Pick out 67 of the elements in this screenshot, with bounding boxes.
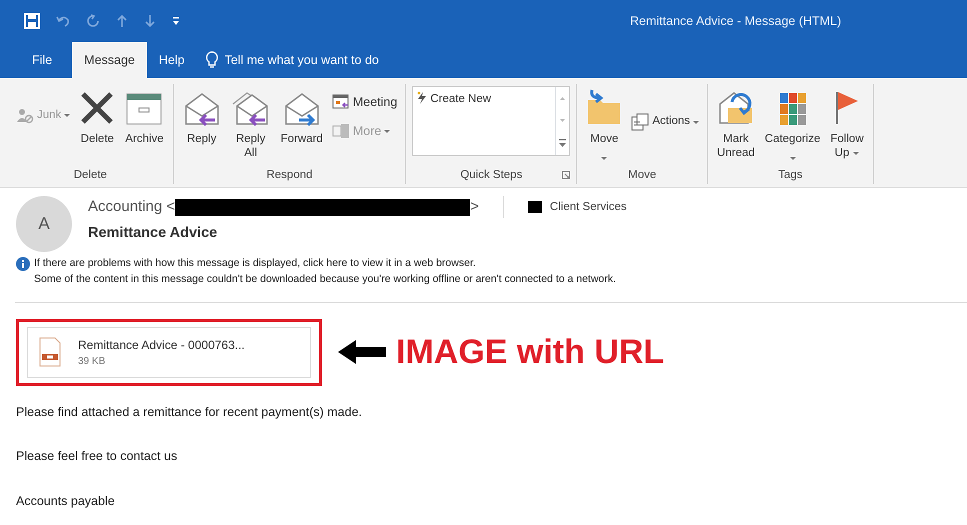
message-subject: Remittance Advice: [88, 224, 218, 242]
envelope-left-arrow-icon: [182, 92, 221, 126]
ribbon-button[interactable]: Mark Unread: [714, 84, 758, 161]
ribbon-tab[interactable]: File: [20, 42, 64, 78]
ribbon-button[interactable]: Actions: [629, 112, 702, 132]
undo-icon[interactable]: [56, 14, 70, 28]
x-mark-icon: [79, 90, 116, 126]
envelopes-left-arrow-icon: [230, 92, 271, 126]
ribbon-button[interactable]: Meeting: [330, 92, 400, 113]
avatar: A: [16, 196, 72, 252]
caret-icon: [64, 114, 70, 118]
attachment-name: Remittance Advice - 0000763...: [78, 336, 245, 354]
envelope-right-arrow-icon: [282, 92, 321, 126]
folder-arrow-icon: [586, 88, 622, 126]
ribbon-button[interactable]: Follow Up: [827, 84, 867, 161]
ribbon-tab[interactable]: Message: [72, 42, 147, 78]
pdf-file-icon: [38, 337, 62, 367]
ribbon-button[interactable]: Move: [583, 84, 626, 165]
info-text[interactable]: If there are problems with how this message is displayed, click here to view it in a web browser.: [34, 256, 616, 272]
documents-icon: [332, 123, 350, 140]
ribbon-button[interactable]: Archive: [122, 84, 167, 146]
dialog-launcher-icon[interactable]: [562, 171, 570, 180]
group-label: Respond: [266, 168, 313, 183]
group-label: Tags: [778, 168, 802, 183]
info-icon: [16, 257, 30, 271]
caret-icon: [693, 120, 700, 124]
caret-icon: [384, 130, 390, 133]
calendar-icon: [332, 94, 350, 110]
group-label: Quick Steps: [460, 168, 522, 183]
group-label: Move: [628, 168, 656, 183]
lightbulb-icon: [204, 51, 219, 69]
category-label: Client Services: [550, 200, 627, 215]
sender-bracket: >: [470, 197, 479, 217]
up-arrow-icon[interactable]: [116, 14, 128, 28]
info-text: Some of the content in this message couldn't be downloaded because you're working offline or aren't connected to a network.: [34, 272, 616, 287]
quick-step-item[interactable]: Create New: [413, 87, 556, 112]
caret-icon: [790, 157, 796, 160]
window-title: Remittance Advice - Message (HTML): [630, 12, 842, 30]
archive-box-icon: [125, 92, 164, 126]
group-label: Delete: [74, 168, 107, 183]
customize-icon[interactable]: [172, 16, 180, 26]
ribbon-button[interactable]: Categorize: [762, 84, 824, 165]
flag-icon: [834, 90, 860, 126]
sender-name: Accounting <: [88, 197, 176, 217]
ribbon-tab[interactable]: Help: [146, 42, 197, 78]
attachment-card[interactable]: Remittance Advice - 0000763... 39 KB: [27, 326, 311, 378]
color-grid-icon: [778, 92, 807, 126]
body-text: Accounts payable: [16, 493, 116, 510]
down-arrow-icon[interactable]: [144, 14, 156, 28]
person-blocked-icon: [16, 108, 34, 124]
arrow-icon: [336, 338, 388, 366]
ribbon-button[interactable]: Forward: [278, 84, 326, 146]
body-text: Please feel free to contact us: [16, 448, 178, 466]
documents-icon: [631, 113, 650, 131]
envelope-refresh-icon: [718, 90, 754, 126]
caret-icon: [853, 152, 860, 156]
attachment-size: 39 KB: [78, 354, 106, 368]
ribbon-button[interactable]: Delete: [76, 84, 118, 146]
annotation-text: IMAGE with URL: [396, 332, 664, 372]
body-text: Please find attached a remittance for recent payment(s) made.: [16, 404, 364, 421]
save-icon[interactable]: [24, 13, 40, 29]
ribbon-button[interactable]: Reply: [180, 84, 224, 146]
lightning-icon: [417, 91, 428, 105]
tell-me-field[interactable]: Tell me what you want to do: [218, 50, 459, 70]
ribbon-button[interactable]: Reply All: [228, 84, 274, 161]
redo-icon[interactable]: [86, 14, 100, 28]
caret-icon: [601, 157, 608, 160]
